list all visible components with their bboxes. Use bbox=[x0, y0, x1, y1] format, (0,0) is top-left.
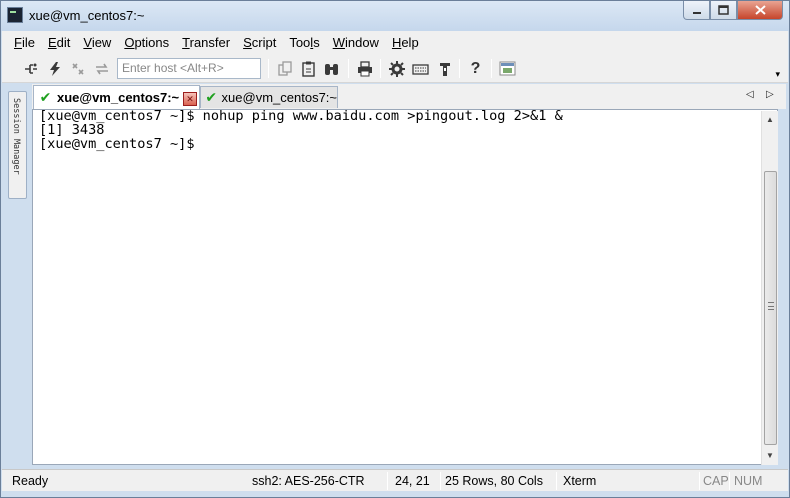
terminal-app-icon[interactable] bbox=[7, 7, 23, 23]
toolbar: Enter host <Alt+R> ? ▾ bbox=[2, 53, 788, 83]
scroll-up-icon[interactable]: ▲ bbox=[762, 111, 778, 127]
app-window: xue@vm_centos7:~ File Edit View Options … bbox=[0, 0, 790, 498]
window-controls bbox=[683, 1, 783, 21]
reconnect-icon[interactable] bbox=[69, 60, 86, 77]
session-tab-bar: ✔ xue@vm_centos7:~ ✕ ✔ xue@vm_centos7:~ … bbox=[32, 84, 786, 109]
menu-edit[interactable]: Edit bbox=[48, 35, 70, 50]
session-options-icon[interactable] bbox=[388, 60, 405, 77]
menu-file[interactable]: File bbox=[14, 35, 35, 50]
title-bar[interactable]: xue@vm_centos7:~ bbox=[1, 1, 789, 31]
status-bar: Ready ssh2: AES-256-CTR 24, 21 25 Rows, … bbox=[2, 469, 788, 491]
status-cursor-position: 24, 21 bbox=[395, 474, 430, 488]
status-state: Ready bbox=[12, 474, 49, 488]
menu-transfer[interactable]: Transfer bbox=[182, 35, 230, 50]
connected-check-icon: ✔ bbox=[39, 89, 52, 105]
connected-check-icon: ✔ bbox=[205, 89, 218, 105]
terminal-line: [xue@vm_centos7 ~]$ bbox=[39, 135, 195, 152]
menu-options[interactable]: Options bbox=[124, 35, 169, 50]
menu-tools[interactable]: Tools bbox=[289, 35, 319, 50]
scroll-down-icon[interactable]: ▼ bbox=[762, 447, 778, 463]
find-icon[interactable] bbox=[323, 60, 340, 77]
enter-host-input[interactable]: Enter host <Alt+R> bbox=[117, 58, 261, 79]
session-tab-label: xue@vm_centos7:~ bbox=[57, 90, 180, 105]
menu-window[interactable]: Window bbox=[333, 35, 379, 50]
session-manager-tab[interactable]: Session Manager bbox=[8, 91, 27, 199]
tab-scroll-right-icon[interactable]: ▷ bbox=[766, 89, 774, 100]
scrollbar-thumb[interactable] bbox=[764, 171, 777, 445]
maximize-icon bbox=[718, 5, 729, 15]
terminal-text: [xue@vm_centos7 ~]$ nohup ping www.baidu… bbox=[39, 108, 563, 152]
toolbar-overflow-icon[interactable]: ▾ bbox=[775, 69, 780, 80]
session-tab-inactive[interactable]: ✔ xue@vm_centos7:~ bbox=[200, 86, 338, 108]
paste-icon[interactable] bbox=[300, 60, 317, 77]
help-icon[interactable]: ? bbox=[467, 60, 484, 77]
status-terminal-size: 25 Rows, 80 Cols bbox=[445, 474, 543, 488]
minimize-icon bbox=[692, 12, 701, 14]
num-lock-indicator: NUM bbox=[734, 474, 763, 488]
screen-icon[interactable] bbox=[499, 60, 516, 77]
maximize-button[interactable] bbox=[710, 1, 737, 20]
terminal-output[interactable]: [xue@vm_centos7 ~]$ nohup ping www.baidu… bbox=[32, 109, 778, 465]
connect-icon[interactable] bbox=[22, 60, 39, 77]
copy-icon[interactable] bbox=[276, 60, 293, 77]
menu-script[interactable]: Script bbox=[243, 35, 276, 50]
menu-bar: File Edit View Options Transfer Script T… bbox=[2, 31, 788, 53]
disconnect-icon[interactable] bbox=[93, 60, 110, 77]
status-cipher: ssh2: AES-256-CTR bbox=[252, 474, 365, 488]
minimize-button[interactable] bbox=[683, 1, 710, 20]
status-terminal-type: Xterm bbox=[563, 474, 597, 488]
menu-view[interactable]: View bbox=[83, 35, 111, 50]
session-manager-label: Session Manager bbox=[11, 98, 21, 175]
quick-connect-icon[interactable] bbox=[46, 60, 63, 77]
close-icon bbox=[754, 5, 766, 15]
terminal-line: [xue@vm_centos7 ~]$ nohup ping www.baidu… bbox=[39, 108, 563, 124]
caps-lock-indicator: CAP bbox=[703, 474, 729, 488]
terminal-scrollbar[interactable]: ▲ ▼ bbox=[761, 111, 778, 465]
menu-help[interactable]: Help bbox=[392, 35, 419, 50]
sftp-icon[interactable] bbox=[436, 60, 453, 77]
tab-scroll-left-icon[interactable]: ◁ bbox=[746, 89, 754, 100]
tab-close-icon[interactable]: ✕ bbox=[183, 92, 197, 106]
keymap-icon[interactable] bbox=[412, 60, 429, 77]
window-title: xue@vm_centos7:~ bbox=[29, 8, 145, 23]
session-tab-active[interactable]: ✔ xue@vm_centos7:~ ✕ bbox=[33, 85, 200, 109]
session-tab-label: xue@vm_centos7:~ bbox=[221, 90, 337, 105]
close-button[interactable] bbox=[737, 1, 783, 20]
print-icon[interactable] bbox=[356, 60, 373, 77]
